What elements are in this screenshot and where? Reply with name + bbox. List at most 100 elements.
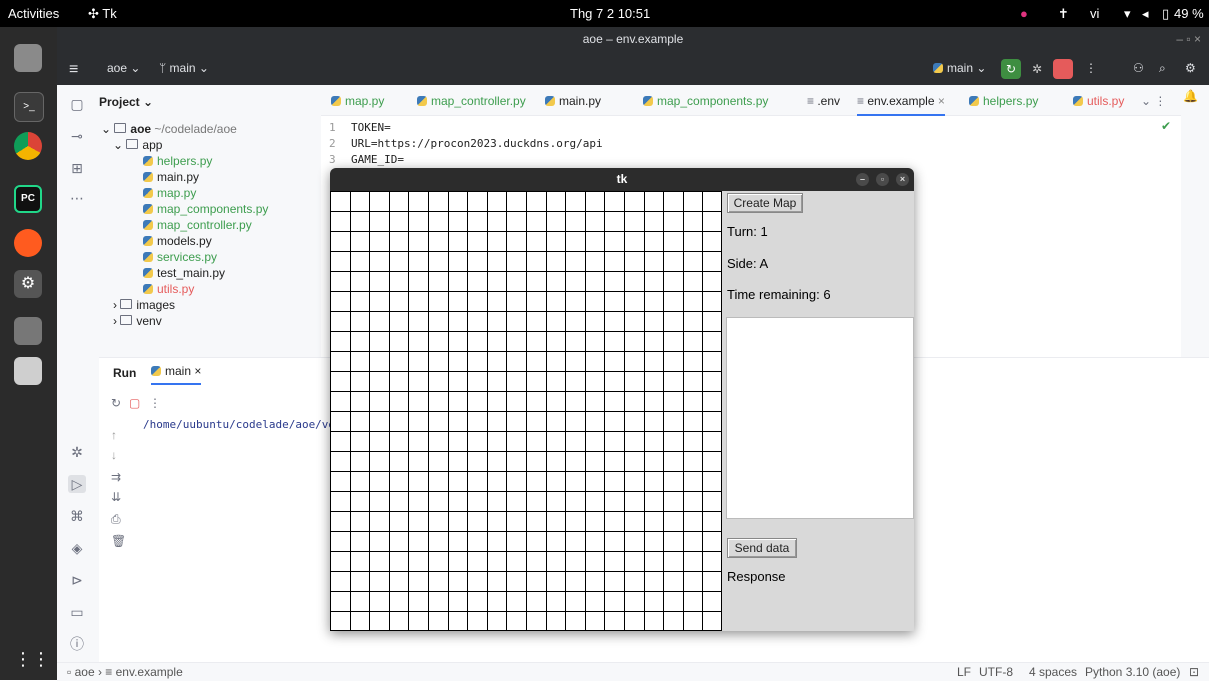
add-user-icon[interactable]: ⚇ [1133,61,1144,75]
window-controls[interactable]: – ▫ × [1176,27,1201,51]
pycharm-icon[interactable]: PC [14,185,42,213]
terminal-tool-icon[interactable]: ▭ [68,603,86,621]
interpreter[interactable]: Python 3.10 (aoe) [1085,665,1180,679]
close-tab-icon[interactable]: × [935,94,945,108]
project-title-label: Project [99,95,140,109]
print-icon[interactable]: ⎙ [111,512,121,527]
battery-icon[interactable]: ▯ [1162,6,1169,22]
editor-tab[interactable]: ≡ .env [807,94,840,108]
files-icon[interactable] [14,44,42,72]
scroll-end-icon[interactable]: ⇊ [111,490,121,504]
editor-tab[interactable]: ≡ env.example × [857,94,945,116]
tree-file[interactable]: map.py [143,186,196,200]
tree-folder[interactable]: ⌄ app [113,138,162,152]
notifications-icon[interactable]: 🔔 [1183,89,1198,103]
python-console-icon[interactable]: ⌘ [68,507,86,525]
settings-app-icon[interactable]: ⚙ [14,270,42,298]
wifi-icon[interactable]: ▾ [1124,6,1131,22]
search-icon[interactable]: ⌕ [1159,61,1166,76]
layers-icon[interactable]: ◈ [68,539,86,557]
tree-file[interactable]: models.py [143,234,212,248]
scroll-down-icon[interactable]: ↓ [111,448,117,462]
debug-icon[interactable]: ✲ [1027,59,1047,79]
chrome-icon[interactable] [14,132,42,160]
rerun-icon[interactable]: ↻ [1001,59,1021,79]
line-separator[interactable]: LF [957,665,971,679]
tree-folder[interactable]: › images [113,298,175,312]
more-tools-icon[interactable]: ⋯ [68,189,86,207]
settings-icon[interactable]: ⚙ [1185,61,1196,75]
input-language[interactable]: vi [1090,6,1099,21]
run-more-icon[interactable]: ⋮ [149,396,161,410]
main-menu-icon[interactable]: ≡ [69,61,78,79]
clear-icon[interactable]: 🗑 [111,534,126,548]
editor-tab[interactable]: map_components.py [643,94,768,108]
send-data-button[interactable]: Send data [727,538,797,558]
app-grid-icon[interactable]: ⋮⋮ [14,645,50,673]
console-output[interactable]: /home/uubuntu/codelade/aoe/venv/b [143,418,362,431]
close-icon[interactable]: × [896,173,909,186]
postman-icon[interactable] [14,229,42,257]
branch-selector[interactable]: ᛘ main ⌄ [159,61,209,75]
run-tool-icon[interactable]: ▷ [68,475,86,493]
editor-tab[interactable]: main.py [545,94,601,108]
structure-icon[interactable]: ⊞ [68,159,86,177]
tab-overflow-icon[interactable]: ⌄ ⋮ [1141,94,1166,108]
rerun-small-icon[interactable]: ↻ [111,396,121,410]
indent[interactable]: 4 spaces [1029,665,1077,679]
activities-button[interactable]: Activities [8,6,59,21]
inspection-ok-icon[interactable]: ✔ [1161,119,1171,133]
tree-folder[interactable]: › venv [113,314,162,328]
editor-tab[interactable]: map_controller.py [417,94,526,108]
code-line[interactable]: TOKEN= [351,121,391,134]
project-panel-title[interactable]: Project ⌄ [99,95,153,109]
create-map-button[interactable]: Create Map [727,193,803,213]
tree-file[interactable]: main.py [143,170,199,184]
encoding[interactable]: UTF-8 [979,665,1013,679]
tree-root[interactable]: ⌄ aoe ~/codelade/aoe [101,122,237,136]
clock[interactable]: Thg 7 2 10:51 [570,6,650,21]
debug-tool-icon[interactable]: ✲ [68,443,86,461]
tree-file[interactable]: services.py [143,250,217,264]
response-label: Response [727,569,786,584]
data-text-area[interactable] [726,317,914,519]
expand-icon[interactable]: › [113,314,120,328]
run-session-tab[interactable]: main × [151,364,202,385]
project-tool-icon[interactable]: ▢ [68,95,86,113]
ssd-drive-icon[interactable] [14,317,42,345]
tree-file[interactable]: helpers.py [143,154,212,168]
tree-file[interactable]: map_controller.py [143,218,252,232]
accessibility-icon[interactable]: ✝ [1058,6,1069,22]
stop-small-icon[interactable]: ▢ [129,396,140,410]
editor-tab[interactable]: utils.py [1073,94,1124,108]
minimize-icon[interactable]: – [856,173,869,186]
breadcrumb[interactable]: ▫ aoe › ≡ env.example [67,665,183,679]
trash-icon[interactable] [14,357,42,385]
lock-icon[interactable]: ⊡ [1189,665,1199,679]
color-picker-icon[interactable]: ● [1020,6,1028,21]
tree-file[interactable]: utils.py [143,282,194,296]
expand-icon[interactable]: ⌄ [113,138,126,152]
tree-file[interactable]: map_components.py [143,202,268,216]
volume-icon[interactable]: ◂ [1142,6,1149,22]
code-line[interactable]: GAME_ID= [351,153,404,166]
problems-icon[interactable]: ⓘ [68,635,86,653]
run-tab[interactable]: Run [113,366,136,380]
run-config-selector[interactable]: main ⌄ [933,61,986,75]
project-selector[interactable]: aoe ⌄ [107,61,140,75]
terminal-icon[interactable]: >_ [14,92,44,122]
app-menu[interactable]: ✣ Tk [88,6,117,22]
soft-wrap-icon[interactable]: ⇉ [111,470,121,484]
editor-tab[interactable]: helpers.py [969,94,1038,108]
tree-file[interactable]: test_main.py [143,266,225,280]
code-line[interactable]: URL=https://procon2023.duckdns.org/api [351,137,603,150]
commit-icon[interactable]: ⊸ [68,127,86,145]
stop-icon[interactable] [1053,59,1073,79]
editor-tab[interactable]: map.py [331,94,384,108]
expand-icon[interactable]: › [113,298,120,312]
scroll-up-icon[interactable]: ↑ [111,428,117,442]
services-icon[interactable]: ⊳ [68,571,86,589]
more-icon[interactable]: ⋮ [1085,61,1097,75]
maximize-icon[interactable]: ▫ [876,173,889,186]
map-grid[interactable] [330,191,722,631]
